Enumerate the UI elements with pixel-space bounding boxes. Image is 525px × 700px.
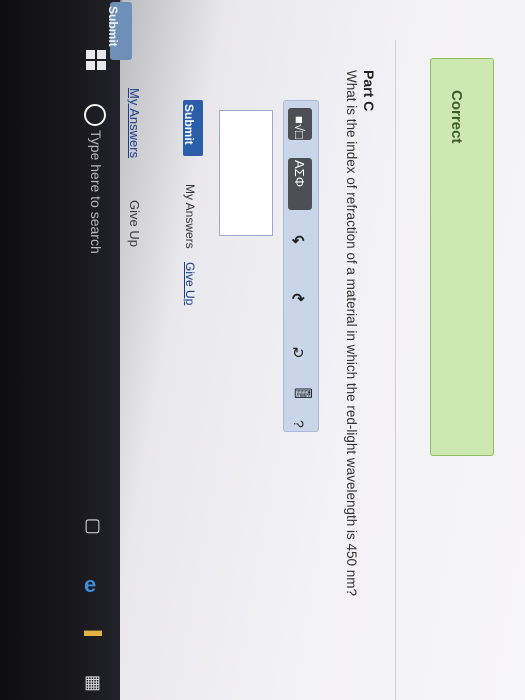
help-icon[interactable]: ?: [291, 420, 307, 428]
task-view-icon[interactable]: ▢: [84, 515, 101, 536]
screen: Type here to search ▢ e ▬ ▦ Submit My An…: [0, 0, 525, 700]
equation-toolbar: [283, 100, 319, 432]
cortana-icon[interactable]: [84, 104, 106, 126]
top-my-answers-link[interactable]: My Answers: [127, 88, 142, 158]
part-c-title: Part C: [361, 70, 377, 112]
submit-label: Submit: [182, 104, 196, 145]
fraction-radical-icon: ■√□: [292, 116, 307, 139]
section-divider: [395, 40, 396, 700]
question-text: What is the index of refraction of a mat…: [344, 70, 359, 597]
redo-icon[interactable]: ↷: [292, 290, 305, 308]
undo-icon[interactable]: ↶: [292, 232, 305, 250]
top-give-up-link[interactable]: Give Up: [127, 200, 142, 247]
edge-icon[interactable]: e: [84, 572, 96, 598]
windows-icon[interactable]: [86, 50, 106, 70]
file-explorer-icon[interactable]: ▬: [84, 620, 102, 641]
greek-symbols-label: ΑΣΦ: [292, 160, 307, 188]
store-icon[interactable]: ▦: [84, 672, 101, 693]
top-submit-label: Submit: [106, 6, 120, 47]
correct-label: Correct: [448, 90, 465, 144]
keyboard-icon[interactable]: ⌨: [294, 386, 313, 402]
give-up-link[interactable]: Give Up: [183, 262, 197, 305]
reset-icon[interactable]: ↻: [292, 344, 305, 362]
answer-input[interactable]: [219, 110, 273, 236]
my-answers-link[interactable]: My Answers: [183, 184, 197, 249]
taskbar: Type here to search ▢ e ▬ ▦: [0, 0, 120, 700]
taskbar-search-input[interactable]: Type here to search: [88, 130, 104, 254]
